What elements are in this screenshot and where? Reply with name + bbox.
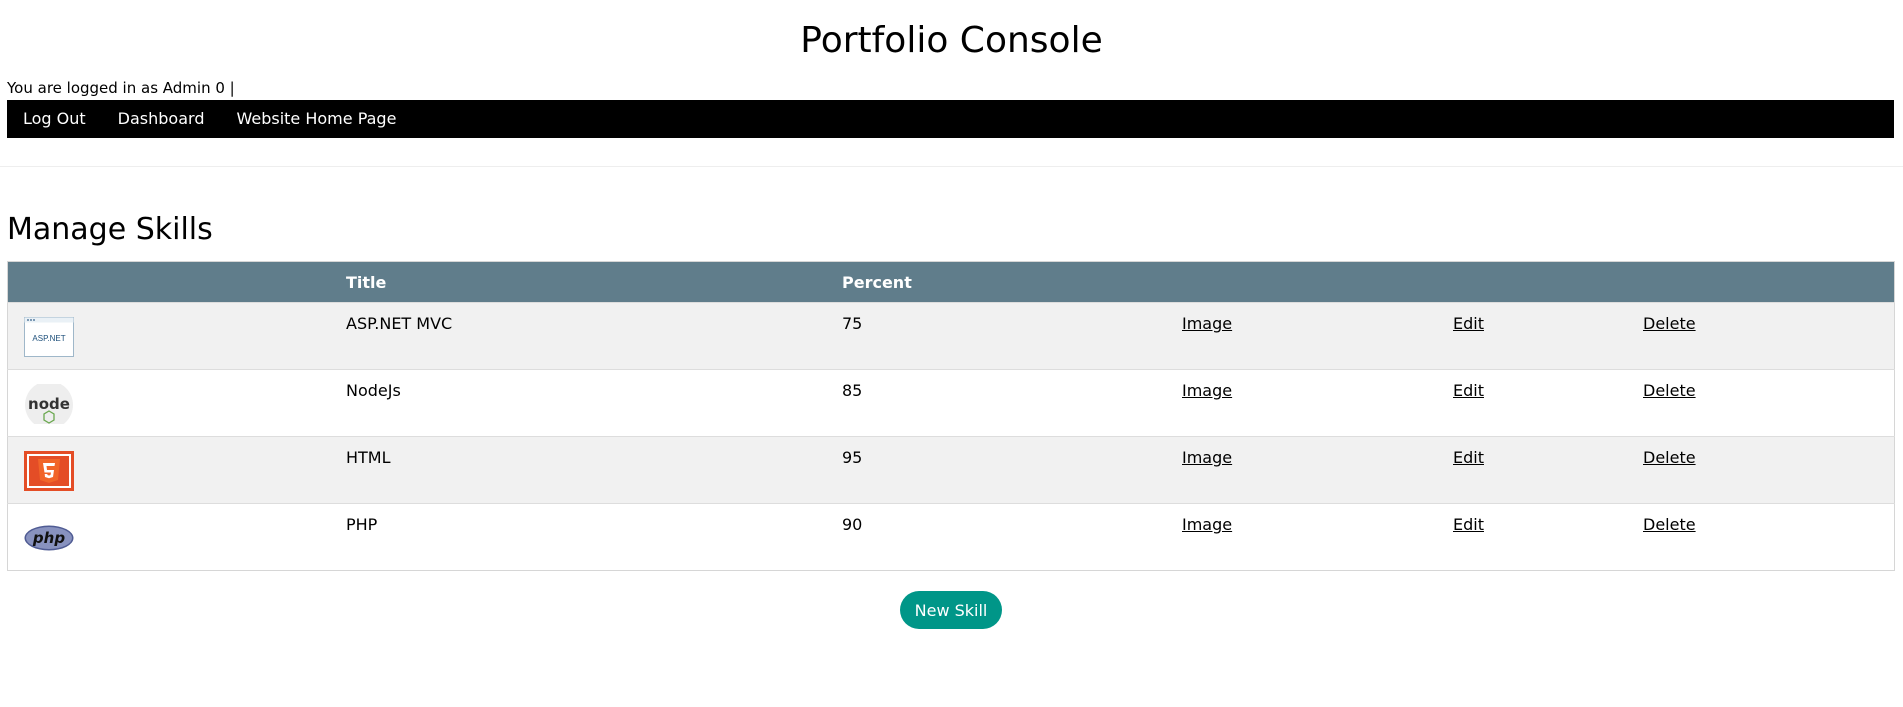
skill-title: NodeJs <box>330 369 826 437</box>
edit-link[interactable]: Edit <box>1453 515 1484 534</box>
skill-percent: 95 <box>826 436 1166 504</box>
delete-link-cell: Delete <box>1627 369 1895 437</box>
aspnet-logo-text: ASP.NET <box>32 334 65 343</box>
nav-website-home-link[interactable]: Website Home Page <box>220 100 412 138</box>
skill-percent: 75 <box>826 302 1166 370</box>
top-navbar: Log Out Dashboard Website Home Page <box>7 100 1894 138</box>
column-header-image <box>1166 261 1437 303</box>
edit-link-cell: Edit <box>1437 503 1627 571</box>
logo-cell: ASP.NET <box>7 302 330 370</box>
section-title: Manage Skills <box>7 212 213 247</box>
edit-link[interactable]: Edit <box>1453 448 1484 467</box>
login-status-text: You are logged in as Admin 0 | <box>7 79 235 97</box>
image-link[interactable]: Image <box>1182 448 1232 467</box>
edit-link[interactable]: Edit <box>1453 381 1484 400</box>
column-header-percent: Percent <box>826 261 1166 303</box>
image-link-cell: Image <box>1166 369 1437 437</box>
table-row: node NodeJs 85 Image Edit Delete <box>7 369 1895 437</box>
delete-link-cell: Delete <box>1627 503 1895 571</box>
logo-cell: node <box>7 369 330 437</box>
column-header-edit <box>1437 261 1627 303</box>
table-row: HTML 95 Image Edit Delete <box>7 436 1895 504</box>
image-link-cell: Image <box>1166 436 1437 504</box>
delete-link[interactable]: Delete <box>1643 381 1696 400</box>
page-title: Portfolio Console <box>800 20 1103 61</box>
php-logo-text: php <box>32 529 65 547</box>
skill-percent: 85 <box>826 369 1166 437</box>
column-header-title: Title <box>330 261 826 303</box>
php-logo-icon: php <box>24 525 74 551</box>
logo-cell <box>7 436 330 504</box>
image-link[interactable]: Image <box>1182 314 1232 333</box>
nodejs-logo-icon: node <box>25 384 73 424</box>
new-skill-button[interactable]: New Skill <box>900 591 1002 629</box>
nav-logout-link[interactable]: Log Out <box>7 100 102 138</box>
skills-table: Title Percent ASP.NET ASP.NET MVC 75 Ima… <box>7 261 1895 571</box>
delete-link[interactable]: Delete <box>1643 314 1696 333</box>
skill-title: PHP <box>330 503 826 571</box>
image-link[interactable]: Image <box>1182 381 1232 400</box>
logo-cell: php <box>7 503 330 571</box>
delete-link[interactable]: Delete <box>1643 515 1696 534</box>
image-link-cell: Image <box>1166 503 1437 571</box>
delete-link-cell: Delete <box>1627 436 1895 504</box>
image-link-cell: Image <box>1166 302 1437 370</box>
aspnet-logo-icon: ASP.NET <box>24 317 74 357</box>
edit-link[interactable]: Edit <box>1453 314 1484 333</box>
skill-title: HTML <box>330 436 826 504</box>
edit-link-cell: Edit <box>1437 302 1627 370</box>
table-row: php PHP 90 Image Edit Delete <box>7 503 1895 571</box>
image-link[interactable]: Image <box>1182 515 1232 534</box>
delete-link-cell: Delete <box>1627 302 1895 370</box>
header-divider <box>0 166 1903 167</box>
column-header-delete <box>1627 261 1895 303</box>
column-header-logo <box>7 261 330 303</box>
skill-percent: 90 <box>826 503 1166 571</box>
skill-title: ASP.NET MVC <box>330 302 826 370</box>
edit-link-cell: Edit <box>1437 436 1627 504</box>
html5-logo-icon <box>24 451 74 491</box>
table-row: ASP.NET ASP.NET MVC 75 Image Edit Delete <box>7 302 1895 370</box>
nav-dashboard-link[interactable]: Dashboard <box>102 100 221 138</box>
edit-link-cell: Edit <box>1437 369 1627 437</box>
table-header-row: Title Percent <box>7 261 1895 303</box>
delete-link[interactable]: Delete <box>1643 448 1696 467</box>
